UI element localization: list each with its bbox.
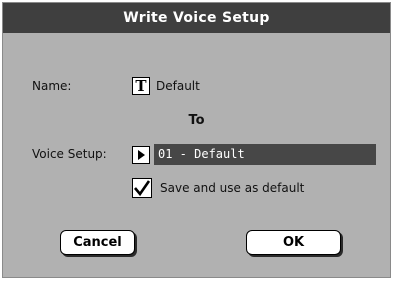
name-label: Name: — [32, 79, 72, 93]
save-default-checkbox[interactable] — [132, 178, 152, 198]
dialog-title: Write Voice Setup — [3, 3, 390, 33]
save-default-label: Save and use as default — [160, 181, 305, 195]
write-voice-setup-dialog: Write Voice Setup Name: T Default To Voi… — [2, 2, 391, 278]
voice-setup-field[interactable]: 01 - Default — [154, 144, 376, 165]
text-edit-icon[interactable]: T — [132, 77, 150, 95]
name-value[interactable]: Default — [156, 79, 200, 93]
ok-button[interactable]: OK — [246, 230, 341, 255]
voice-setup-select-arrow-icon[interactable] — [132, 146, 150, 164]
cancel-button[interactable]: Cancel — [60, 230, 135, 255]
to-label: To — [188, 113, 205, 128]
checkmark-icon — [134, 180, 151, 197]
voice-setup-label: Voice Setup: — [32, 147, 107, 161]
